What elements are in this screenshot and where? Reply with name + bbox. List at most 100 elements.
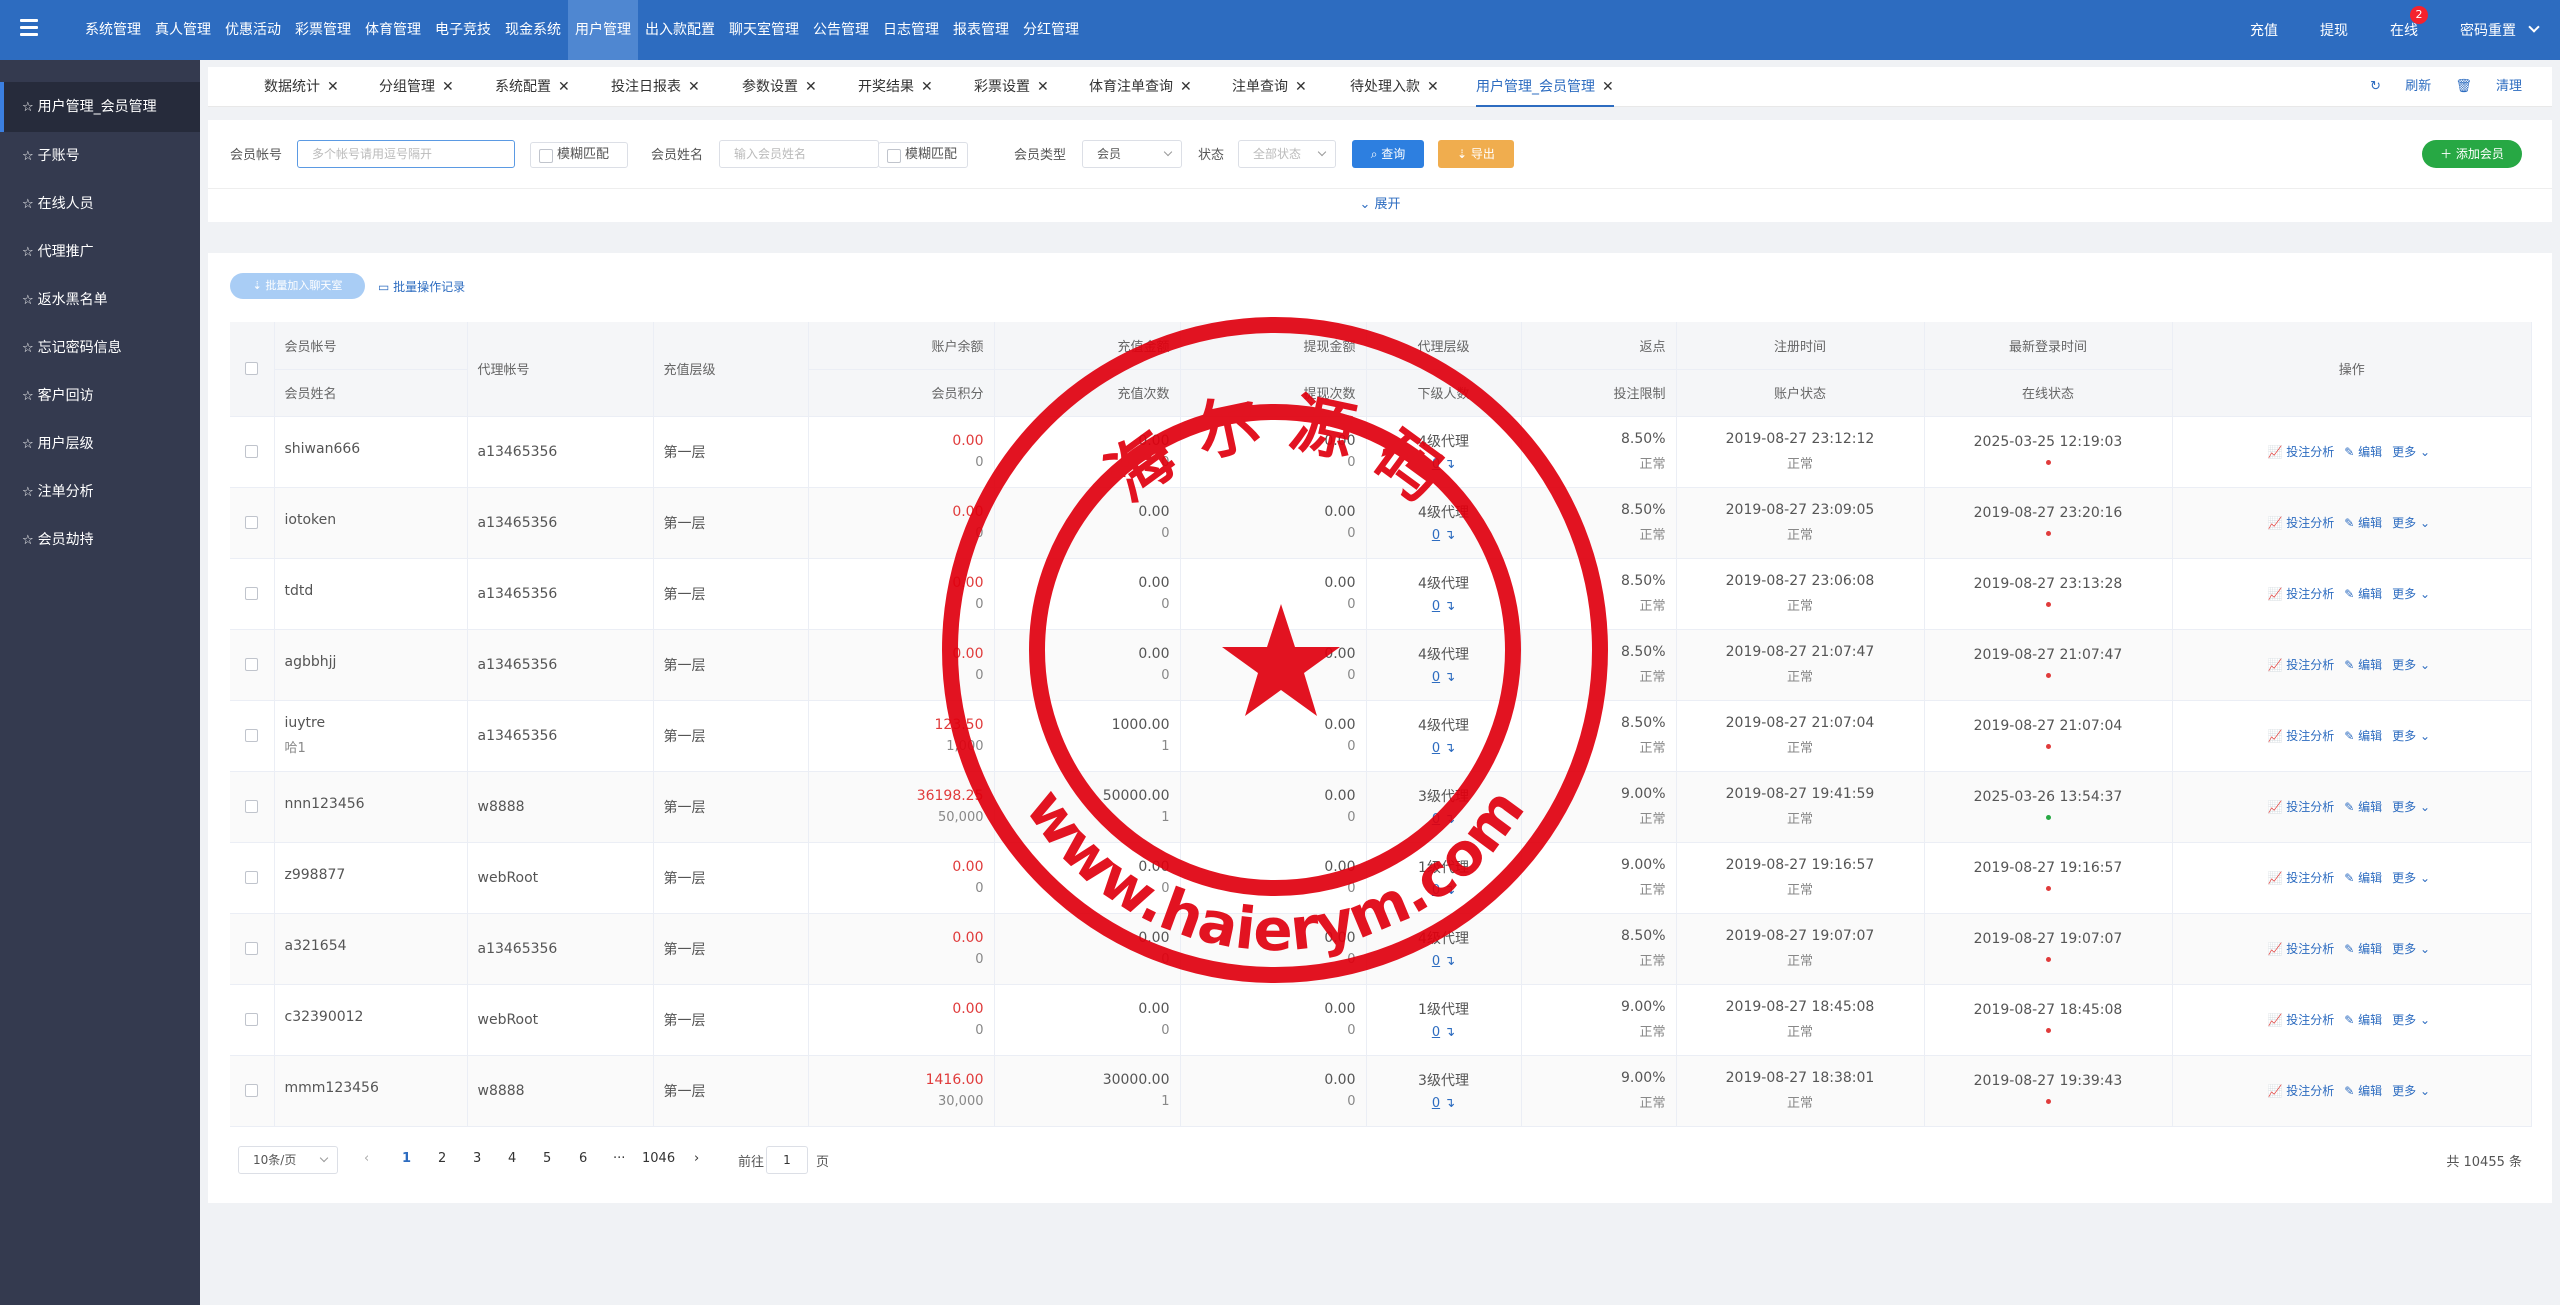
tab-8[interactable]: 体育注单查询 ✕ (1089, 67, 1192, 107)
topnav-item-8[interactable]: 用户管理 (568, 0, 638, 60)
member-account[interactable]: c32390012 (285, 1009, 364, 1025)
bet-analysis-link[interactable]: 📈 投注分析 (2267, 940, 2334, 957)
tab-11[interactable]: 用户管理_会员管理 ✕ (1476, 67, 1614, 107)
sidebar-item-9[interactable]: ☆ 注单分析 (0, 468, 200, 516)
sub-count-link[interactable]: 0 ↴ (1377, 599, 1511, 614)
page-size-select[interactable]: 10条/页 (238, 1146, 338, 1174)
sidebar-item-10[interactable]: ☆ 会员劫持 (0, 516, 200, 564)
password-reset-link[interactable]: 密码重置 (2460, 20, 2516, 40)
member-type-select[interactable]: 会员 (1082, 140, 1182, 168)
page-5[interactable]: 5 (543, 1151, 551, 1166)
close-icon[interactable]: ✕ (1037, 79, 1049, 95)
sub-count-link[interactable]: 0 ↴ (1377, 812, 1511, 827)
sub-count-link[interactable]: 0 ↴ (1377, 1096, 1511, 1111)
tab-2[interactable]: 分组管理 ✕ (379, 67, 454, 107)
member-account[interactable]: nnn123456 (285, 796, 365, 812)
close-icon[interactable]: ✕ (1295, 79, 1307, 95)
next-page-icon[interactable]: › (694, 1151, 699, 1166)
menu-toggle-icon[interactable] (20, 19, 38, 41)
page-2[interactable]: 2 (438, 1151, 446, 1166)
row-checkbox[interactable] (245, 516, 259, 529)
sub-count-link[interactable]: 0 ↴ (1377, 670, 1511, 685)
expand-toggle[interactable]: ⌄ 展开 (208, 188, 2552, 222)
topnav-item-2[interactable]: 真人管理 (148, 0, 218, 60)
close-icon[interactable]: ✕ (688, 79, 700, 95)
status-select[interactable]: 全部状态 (1238, 140, 1336, 168)
bet-analysis-link[interactable]: 📈 投注分析 (2267, 514, 2334, 531)
close-icon[interactable]: ✕ (921, 79, 933, 95)
sidebar-item-3[interactable]: ☆ 在线人员 (0, 180, 200, 228)
clear-button[interactable]: 🗑 清理 (2455, 79, 2522, 94)
edit-link[interactable]: ✎ 编辑 (2344, 585, 2382, 602)
close-icon[interactable]: ✕ (442, 79, 454, 95)
fuzzy-match-account-checkbox[interactable]: 模糊匹配 (530, 142, 628, 168)
sidebar-item-6[interactable]: ☆ 忘记密码信息 (0, 324, 200, 372)
user-dropdown-icon[interactable] (2528, 21, 2540, 33)
bet-analysis-link[interactable]: 📈 投注分析 (2267, 1011, 2334, 1028)
more-link[interactable]: 更多 ⌄ (2392, 1011, 2430, 1028)
page-1[interactable]: 1 (402, 1151, 411, 1166)
more-link[interactable]: 更多 ⌄ (2392, 869, 2430, 886)
topnav-item-5[interactable]: 体育管理 (358, 0, 428, 60)
more-link[interactable]: 更多 ⌄ (2392, 656, 2430, 673)
topnav-item-12[interactable]: 日志管理 (876, 0, 946, 60)
topnav-item-3[interactable]: 优惠活动 (218, 0, 288, 60)
member-account[interactable]: z998877 (285, 867, 346, 883)
edit-link[interactable]: ✎ 编辑 (2344, 1082, 2382, 1099)
row-checkbox[interactable] (245, 729, 259, 742)
refresh-button[interactable]: ↻ 刷新 (2370, 79, 2431, 94)
topnav-item-9[interactable]: 出入款配置 (638, 0, 722, 60)
recharge-link[interactable]: 充值 (2250, 20, 2278, 40)
member-account[interactable]: iotoken (285, 512, 337, 528)
sub-count-link[interactable]: 0 ↴ (1377, 883, 1511, 898)
topnav-item-10[interactable]: 聊天室管理 (722, 0, 806, 60)
bet-analysis-link[interactable]: 📈 投注分析 (2267, 727, 2334, 744)
tab-10[interactable]: 待处理入款 ✕ (1350, 67, 1439, 107)
withdraw-link[interactable]: 提现 (2320, 20, 2348, 40)
more-link[interactable]: 更多 ⌄ (2392, 443, 2430, 460)
close-icon[interactable]: ✕ (1602, 79, 1614, 95)
account-input[interactable]: 多个帐号请用逗号隔开 (297, 140, 515, 168)
sub-count-link[interactable]: 0 ↴ (1377, 457, 1511, 472)
row-checkbox[interactable] (245, 871, 259, 884)
more-link[interactable]: 更多 ⌄ (2392, 1082, 2430, 1099)
online-link[interactable]: 在线 2 (2390, 6, 2428, 40)
close-icon[interactable]: ✕ (558, 79, 570, 95)
sub-count-link[interactable]: 0 ↴ (1377, 528, 1511, 543)
member-account[interactable]: mmm123456 (285, 1080, 379, 1096)
edit-link[interactable]: ✎ 编辑 (2344, 727, 2382, 744)
page-3[interactable]: 3 (473, 1151, 481, 1166)
row-checkbox[interactable] (245, 1084, 259, 1097)
sidebar-item-5[interactable]: ☆ 返水黑名单 (0, 276, 200, 324)
fuzzy-match-name-checkbox[interactable]: 模糊匹配 (878, 142, 968, 168)
sub-count-link[interactable]: 0 ↴ (1377, 741, 1511, 756)
page-jump-input[interactable]: 1 (766, 1146, 808, 1174)
bet-analysis-link[interactable]: 📈 投注分析 (2267, 656, 2334, 673)
member-account[interactable]: iuytre (285, 715, 326, 731)
bet-analysis-link[interactable]: 📈 投注分析 (2267, 585, 2334, 602)
tab-1[interactable]: 数据统计 ✕ (264, 67, 339, 107)
more-link[interactable]: 更多 ⌄ (2392, 585, 2430, 602)
bet-analysis-link[interactable]: 📈 投注分析 (2267, 798, 2334, 815)
member-account[interactable]: a321654 (285, 938, 347, 954)
sidebar-item-4[interactable]: ☆ 代理推广 (0, 228, 200, 276)
edit-link[interactable]: ✎ 编辑 (2344, 443, 2382, 460)
edit-link[interactable]: ✎ 编辑 (2344, 798, 2382, 815)
bet-analysis-link[interactable]: 📈 投注分析 (2267, 1082, 2334, 1099)
row-checkbox[interactable] (245, 658, 259, 671)
edit-link[interactable]: ✎ 编辑 (2344, 940, 2382, 957)
sidebar-item-2[interactable]: ☆ 子账号 (0, 132, 200, 180)
close-icon[interactable]: ✕ (805, 79, 817, 95)
page-4[interactable]: 4 (508, 1151, 516, 1166)
edit-link[interactable]: ✎ 编辑 (2344, 1011, 2382, 1028)
sub-count-link[interactable]: 0 ↴ (1377, 1025, 1511, 1040)
topnav-item-13[interactable]: 报表管理 (946, 0, 1016, 60)
row-checkbox[interactable] (245, 942, 259, 955)
more-link[interactable]: 更多 ⌄ (2392, 514, 2430, 531)
tab-6[interactable]: 开奖结果 ✕ (858, 67, 933, 107)
page-last[interactable]: 1046 (642, 1151, 675, 1166)
name-input[interactable]: 输入会员姓名 (719, 140, 879, 168)
edit-link[interactable]: ✎ 编辑 (2344, 656, 2382, 673)
page-ellipsis[interactable]: ··· (613, 1151, 625, 1166)
page-6[interactable]: 6 (579, 1151, 587, 1166)
